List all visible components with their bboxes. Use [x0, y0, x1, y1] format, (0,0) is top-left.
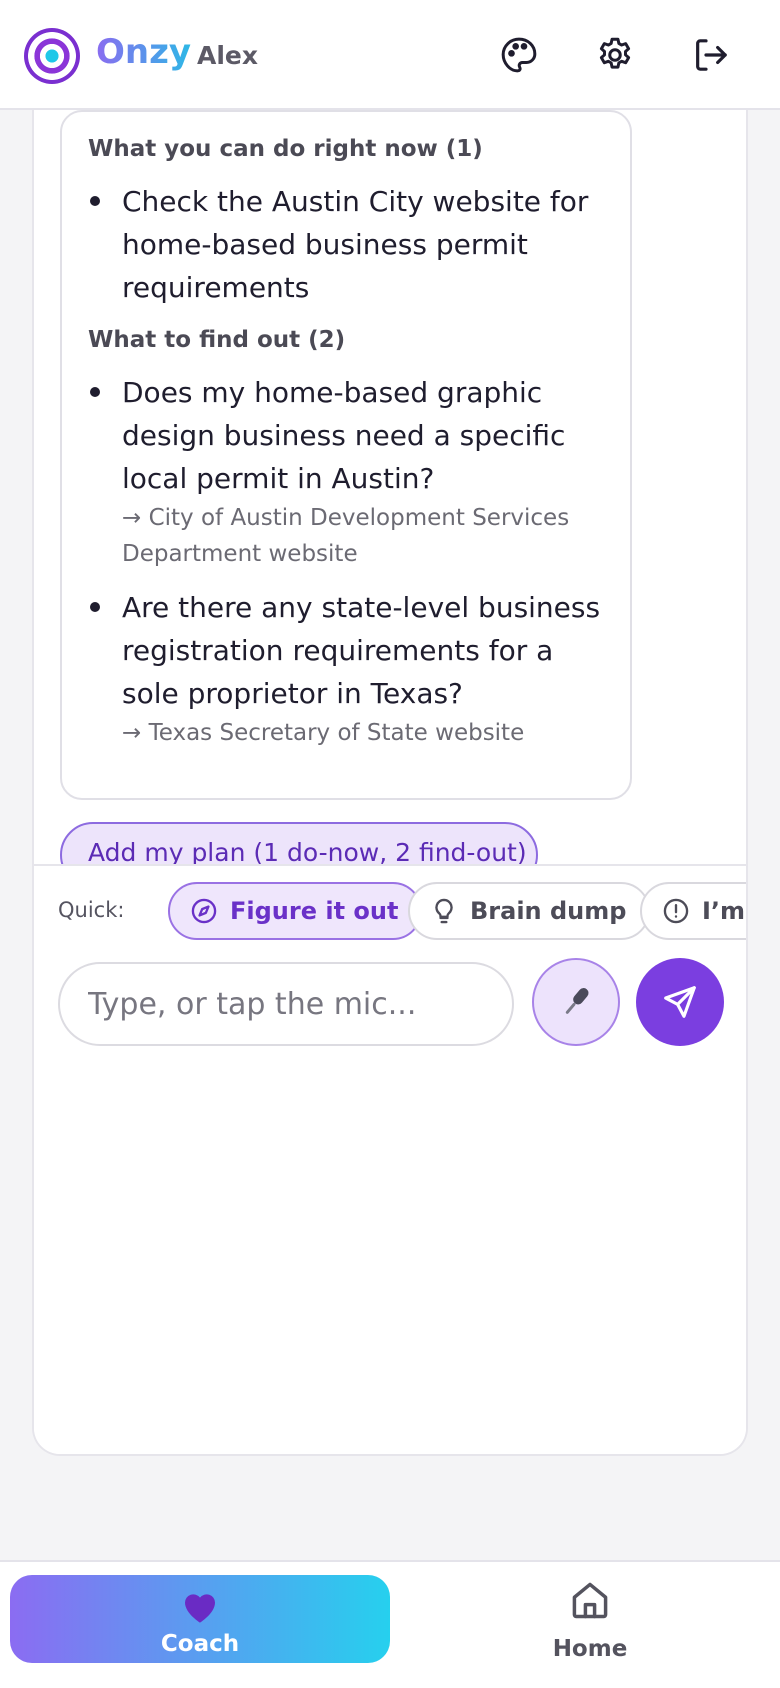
gear-icon: [599, 37, 631, 69]
message-input[interactable]: [58, 962, 514, 1046]
quick-chips[interactable]: Figure it out Brain dump I’m stuck: [134, 882, 746, 942]
find-out-title: What to find out (2): [88, 327, 346, 353]
app-header: Onzy Alex: [0, 0, 780, 110]
nav-coach-label: Coach: [160, 1631, 240, 1657]
plan-card: What you can do right now (1) Check the …: [60, 110, 632, 800]
list-item: Are there any state-level business regis…: [88, 586, 604, 751]
palette-button[interactable]: [494, 30, 544, 80]
settings-button[interactable]: [590, 30, 640, 80]
nav-coach-tab[interactable]: Coach: [10, 1575, 390, 1663]
mic-button[interactable]: [532, 958, 620, 1046]
logout-icon: [696, 39, 727, 71]
item-text: Does my home-based graphic design busine…: [122, 376, 566, 495]
microphone-icon: [565, 988, 589, 1014]
nav-home-tab[interactable]: Home: [520, 1578, 660, 1668]
heart-icon: [185, 1594, 215, 1623]
chat-panel[interactable]: What you can do right now (1) Check the …: [32, 110, 748, 1456]
item-source: → Texas Secretary of State website: [122, 720, 525, 746]
chip-label: Figure it out: [230, 897, 399, 925]
bottom-nav: Coach Home: [0, 1560, 780, 1688]
nav-home-label: Home: [552, 1636, 628, 1662]
quick-label: Quick:: [58, 898, 125, 922]
chip-label: I’m stuck: [702, 897, 746, 925]
onzy-logo-icon[interactable]: [24, 28, 80, 84]
item-text: Are there any state-level business regis…: [122, 591, 601, 710]
brand-name[interactable]: Onzy: [96, 32, 191, 72]
palette-icon: [501, 37, 537, 73]
chip-label: Brain dump: [470, 897, 627, 925]
home-icon: [572, 1582, 608, 1619]
list-item: Does my home-based graphic design busine…: [88, 371, 604, 572]
item-text: Check the Austin City website for home-b…: [122, 185, 589, 304]
do-now-title: What you can do right now (1): [88, 136, 483, 162]
find-out-list: Does my home-based graphic design busine…: [88, 371, 604, 751]
alert-circle-icon: [662, 897, 690, 925]
item-source: → City of Austin Development Services De…: [122, 505, 570, 567]
lightbulb-icon: [430, 897, 458, 925]
chip-im-stuck[interactable]: I’m stuck: [640, 882, 746, 940]
send-button[interactable]: [636, 958, 724, 1046]
list-item: Check the Austin City website for home-b…: [88, 180, 604, 309]
logout-button[interactable]: [686, 30, 736, 80]
do-now-list: Check the Austin City website for home-b…: [88, 180, 604, 309]
chip-brain-dump[interactable]: Brain dump: [408, 882, 651, 940]
composer: Quick: Figure it out Brain dump I’m Type…: [34, 864, 746, 1454]
compass-icon: [190, 897, 218, 925]
user-name: Alex: [197, 41, 258, 70]
send-icon: [664, 986, 696, 1018]
chip-figure-it-out[interactable]: Figure it out: [168, 882, 423, 940]
